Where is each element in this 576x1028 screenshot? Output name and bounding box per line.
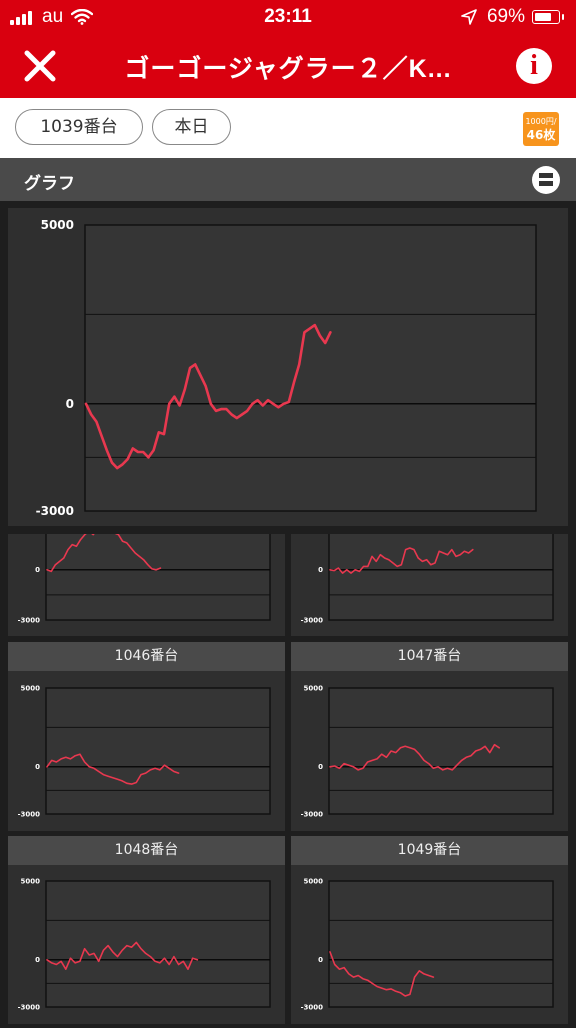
graph-1046: 5000 0 -3000 <box>18 684 271 818</box>
y-tick-label: 0 <box>318 566 323 574</box>
panel-title-1049: 1049番台 <box>291 836 568 865</box>
y-tick-label: 5000 <box>304 877 324 885</box>
y-tick-label: 5000 <box>41 218 74 232</box>
plot-area <box>328 687 554 815</box>
panel-title-1048: 1048番台 <box>8 836 285 865</box>
y-tick-label: 5000 <box>21 877 41 885</box>
y-tick-label: -3000 <box>36 504 74 518</box>
machine-selector-button[interactable]: 1039番台 <box>15 109 143 145</box>
y-tick-label: 0 <box>35 956 40 964</box>
y-tick-label: 5000 <box>304 684 324 692</box>
filter-bar: 1039番台 本日 <box>0 98 576 158</box>
plot-area <box>45 880 271 1008</box>
y-tick-label: -3000 <box>18 810 41 818</box>
y-tick-label: 0 <box>66 397 74 411</box>
plot-area <box>45 687 271 815</box>
graph-panel-top-right[interactable]: 0 -3000 <box>291 485 568 636</box>
graph-1048: 5000 0 -3000 <box>18 877 271 1011</box>
graph-top-left: 0 -3000 <box>18 485 271 624</box>
status-right: 69% <box>461 6 564 28</box>
section-title: グラフ <box>24 174 75 194</box>
graph-1047: 5000 0 -3000 <box>301 684 554 818</box>
info-icon[interactable]: i <box>516 48 552 84</box>
y-tick-label: 0 <box>318 956 323 964</box>
y-tick-label: -3000 <box>301 810 324 818</box>
graph-1049: 5000 0 -3000 <box>301 877 554 1011</box>
battery-icon <box>532 10 564 24</box>
main-graph: 5000 0 -3000 <box>36 218 537 518</box>
rate-badge-coins: 46枚 <box>526 128 556 142</box>
y-tick-label: 0 <box>35 763 40 771</box>
graph-panel-1046[interactable]: 5000 0 -3000 <box>8 671 285 831</box>
y-tick-label: -3000 <box>301 616 324 624</box>
graph-section-header: グラフ <box>0 158 576 201</box>
plot-area <box>84 224 537 512</box>
y-tick-label: 0 <box>318 763 323 771</box>
main-graph-panel[interactable]: 5000 0 -3000 <box>8 208 568 526</box>
rate-badge[interactable]: 1000円/ 46枚 <box>523 112 559 146</box>
graph-panel-top-left[interactable]: 0 -3000 <box>8 485 285 636</box>
panel-title-1046: 1046番台 <box>8 642 285 671</box>
y-tick-label: 0 <box>35 566 40 574</box>
status-bar: au 23:11 69% <box>0 0 576 34</box>
plot-area <box>45 485 271 621</box>
day-selector-button[interactable]: 本日 <box>152 109 231 145</box>
y-tick-label: -3000 <box>18 616 41 624</box>
graph-panel-1048[interactable]: 5000 0 -3000 <box>8 865 285 1024</box>
panel-title-1047: 1047番台 <box>291 642 568 671</box>
y-tick-label: -3000 <box>301 1003 324 1011</box>
location-arrow-icon <box>461 9 477 25</box>
nav-bar: ゴーゴージャグラー２／K... i <box>0 34 576 98</box>
rate-badge-rate: 1000円/ <box>525 117 557 126</box>
page-title: ゴーゴージャグラー２／K... <box>124 55 452 83</box>
graph-top-right: 0 -3000 <box>301 485 554 624</box>
graph-panel-1047[interactable]: 5000 0 -3000 <box>291 671 568 831</box>
plot-area <box>328 880 554 1008</box>
battery-percent: 69% <box>486 6 525 27</box>
y-tick-label: 5000 <box>21 684 41 692</box>
layout-toggle-icon[interactable] <box>532 166 560 194</box>
graph-panel-1049[interactable]: 5000 0 -3000 <box>291 865 568 1024</box>
y-tick-label: -3000 <box>18 1003 41 1011</box>
plot-area <box>328 485 554 621</box>
